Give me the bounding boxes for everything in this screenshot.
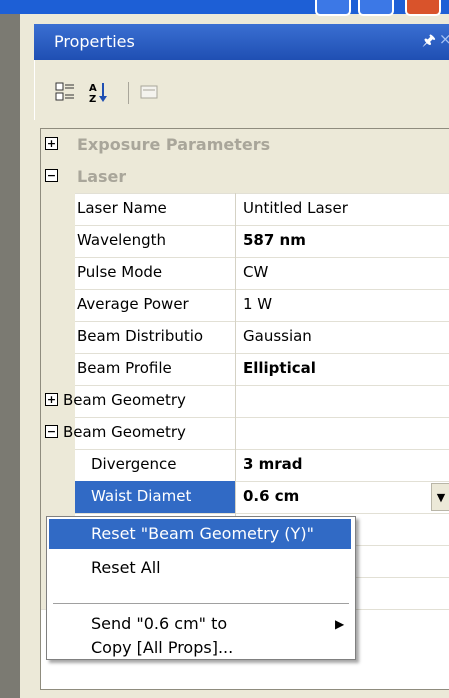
property-row-beam-profile[interactable]: Beam Profile Elliptical	[41, 353, 449, 386]
column-divider	[235, 449, 236, 481]
collapse-icon[interactable]: −	[45, 425, 58, 438]
panel-title: Properties	[54, 32, 135, 51]
column-divider	[235, 481, 236, 513]
menu-item-send-to[interactable]: Send "0.6 cm" to ▶	[49, 609, 351, 639]
property-row-average-power[interactable]: Average Power 1 W	[41, 289, 449, 322]
menu-separator	[53, 603, 349, 604]
property-name: Laser Name	[77, 199, 167, 217]
column-divider	[235, 193, 236, 225]
property-name: Wavelength	[77, 231, 166, 249]
menu-item-label: Reset "Beam Geometry (Y)"	[91, 524, 314, 543]
row-margin	[41, 225, 75, 257]
category-label: Laser	[77, 167, 127, 186]
category-exposure-parameters[interactable]: + Exposure Parameters	[41, 129, 449, 162]
property-name: Beam Distributio	[77, 327, 204, 345]
selected-name-cell[interactable]: Waist Diamet	[75, 481, 235, 513]
alphabetical-icon: A Z	[89, 83, 107, 103]
menu-item-label: Reset All	[91, 558, 161, 577]
row-margin	[41, 481, 75, 513]
pin-icon[interactable]: 🖈	[422, 30, 436, 55]
row-margin	[41, 353, 75, 385]
expand-icon[interactable]: +	[45, 137, 58, 150]
context-menu: Reset "Beam Geometry (Y)" Reset All Send…	[46, 516, 356, 660]
expand-icon[interactable]: +	[45, 393, 58, 406]
property-value[interactable]: Elliptical	[243, 359, 316, 377]
row-margin	[41, 257, 75, 289]
property-value[interactable]: Untitled Laser	[243, 199, 348, 217]
category-label: Exposure Parameters	[77, 135, 271, 154]
column-divider	[235, 257, 236, 289]
menu-item-label: Send "0.6 cm" to	[91, 614, 228, 633]
column-divider	[235, 385, 236, 417]
svg-text:Z: Z	[89, 94, 96, 103]
property-value[interactable]: Gaussian	[243, 327, 312, 345]
property-name: Divergence	[91, 455, 177, 473]
column-divider	[235, 225, 236, 257]
row-margin	[41, 193, 75, 225]
dropdown-button[interactable]: ▼	[431, 483, 449, 511]
property-row-wavelength[interactable]: Wavelength 587 nm	[41, 225, 449, 258]
menu-item-copy-all-props[interactable]: Copy [All Props]...	[49, 637, 351, 659]
submenu-arrow-icon: ▶	[335, 617, 345, 631]
property-row-beam-geometry-y[interactable]: − Beam Geometry	[41, 417, 449, 450]
close-window-button[interactable]	[405, 0, 441, 16]
toolbar-separator	[128, 82, 129, 104]
property-name: Beam Geometry	[63, 423, 186, 441]
row-margin	[41, 289, 75, 321]
property-row-laser-name[interactable]: Laser Name Untitled Laser	[41, 193, 449, 226]
property-value[interactable]: CW	[243, 263, 268, 281]
column-divider	[235, 417, 236, 449]
collapse-icon[interactable]: −	[45, 169, 58, 182]
property-row-beam-distribution[interactable]: Beam Distributio Gaussian	[41, 321, 449, 354]
row-margin	[41, 449, 75, 481]
properties-toolbar: A Z	[34, 60, 449, 120]
property-value-editor[interactable]: 0.6 cm	[243, 487, 299, 505]
left-panel-gap	[20, 14, 34, 698]
categorized-icon	[55, 82, 74, 101]
menu-item-label: Copy [All Props]...	[91, 638, 234, 657]
maximize-button[interactable]	[358, 0, 394, 16]
property-row-waist-diameter[interactable]: Waist Diamet 0.6 cm ▼	[41, 481, 449, 514]
property-pages-icon	[140, 85, 158, 99]
property-value[interactable]: 587 nm	[243, 231, 306, 249]
menu-item-reset-beam-geometry[interactable]: Reset "Beam Geometry (Y)"	[49, 519, 351, 549]
property-name: Average Power	[77, 295, 189, 313]
property-row-pulse-mode[interactable]: Pulse Mode CW	[41, 257, 449, 290]
close-icon[interactable]: ×	[439, 30, 449, 48]
menu-item-reset-all[interactable]: Reset All	[49, 553, 351, 583]
property-name: Waist Diamet	[91, 487, 192, 505]
column-divider	[235, 353, 236, 385]
column-divider	[235, 289, 236, 321]
property-row-beam-geometry-x[interactable]: + Beam Geometry	[41, 385, 449, 418]
properties-title-bar: Properties 🖈 ×	[34, 24, 449, 60]
svg-text:A: A	[89, 83, 97, 94]
chevron-down-icon: ▼	[436, 490, 446, 504]
left-panel-edge	[0, 14, 20, 698]
property-pages-button[interactable]	[137, 80, 161, 104]
alphabetical-button[interactable]: A Z	[87, 80, 111, 104]
category-laser[interactable]: − Laser	[41, 161, 449, 194]
property-value[interactable]: 1 W	[243, 295, 272, 313]
row-margin	[41, 321, 75, 353]
property-row-divergence[interactable]: Divergence 3 mrad	[41, 449, 449, 482]
minimize-button[interactable]	[315, 0, 351, 16]
categorized-button[interactable]	[53, 80, 77, 104]
property-name: Beam Geometry	[63, 391, 186, 409]
column-divider	[235, 321, 236, 353]
property-value[interactable]: 3 mrad	[243, 455, 303, 473]
property-name: Pulse Mode	[77, 263, 163, 281]
property-name: Beam Profile	[77, 359, 172, 377]
